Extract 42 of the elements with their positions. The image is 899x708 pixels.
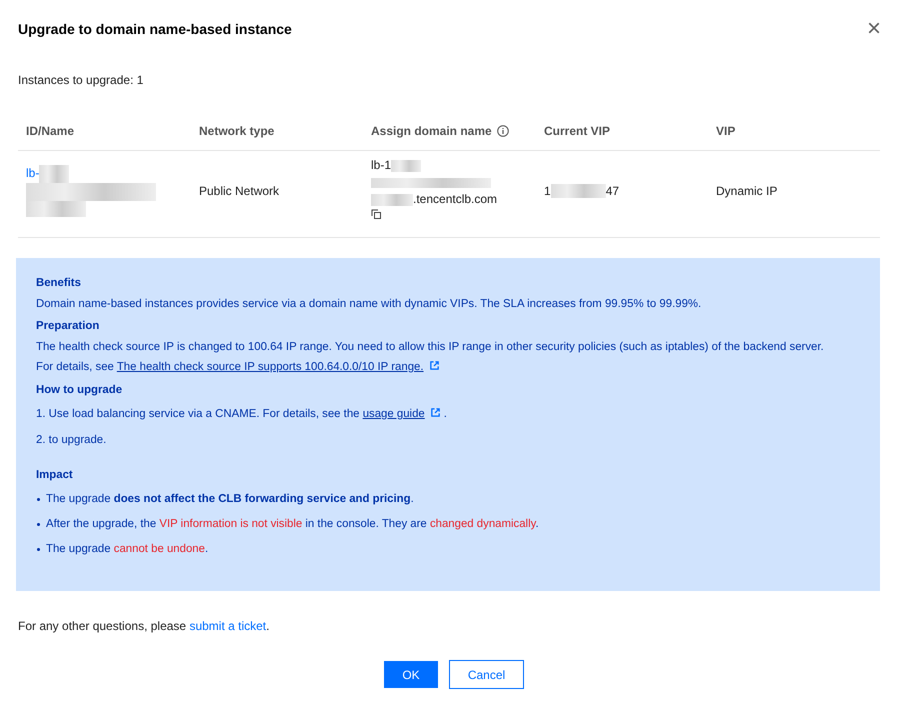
table-cell: lb-1 xyxy=(371,158,392,172)
column-header: ID/Name xyxy=(26,124,74,138)
column-header: Current VIP xyxy=(544,124,610,138)
dialog-title: Upgrade to domain name-based instance xyxy=(18,21,292,37)
bullet-text: The upgrade cannot be undone. xyxy=(46,542,208,557)
bullet-text: The upgrade does not affect the CLB forwarding service and pricing. xyxy=(46,492,414,507)
section-heading: How to upgrade xyxy=(36,383,124,398)
bullet-dot xyxy=(37,498,40,500)
table-cell: .tencentclb.com xyxy=(413,192,498,206)
notice-text: Domain name-based instances provides service via a domain name with dynamic VIPs. The SLA increases from 99.95% to 99.99%. xyxy=(36,297,702,312)
notice-text: 1. Use load balancing service via a CNAME. For details, see the xyxy=(36,408,361,420)
blurred-text xyxy=(371,194,413,206)
notice-text: . xyxy=(444,408,447,420)
cancel-button[interactable]: Cancel xyxy=(449,660,524,689)
info-icon[interactable] xyxy=(496,124,509,136)
instance-id-link[interactable]: lb- xyxy=(26,166,40,180)
bullet-dot xyxy=(37,522,40,526)
help-text: For any other questions, please submit a ticket. xyxy=(18,619,270,633)
table-cell: 47 xyxy=(606,184,620,198)
doc-link[interactable]: usage guide xyxy=(362,408,425,420)
table-cell: Public Network xyxy=(199,184,280,198)
notice-text: The health check source IP is changed to 100.64 IP range. You need to allow this IP range in other security policies (such as iptables) of the backend server. xyxy=(36,340,825,355)
notice-text: For details, see xyxy=(36,361,115,373)
section-heading: Benefits xyxy=(36,276,82,291)
ok-button[interactable]: OK xyxy=(383,660,439,689)
notice-text: 2. to upgrade. xyxy=(36,433,108,448)
section-heading: Impact xyxy=(36,468,74,483)
column-header: VIP xyxy=(716,124,736,138)
bullet-text: After the upgrade, the VIP information is not visible in the console. They are changed dynamically. xyxy=(46,517,539,532)
bullet-dot xyxy=(37,548,40,550)
copy-icon[interactable] xyxy=(371,209,382,220)
table-cell: 1 xyxy=(544,184,551,198)
blurred-text xyxy=(391,160,422,172)
column-header: Network type xyxy=(199,124,274,138)
ticket-link[interactable]: submit a ticket xyxy=(189,619,266,633)
close-button[interactable]: × xyxy=(866,20,881,38)
blurred-text xyxy=(550,184,606,198)
table-cell: Dynamic IP xyxy=(716,184,778,198)
instance-count: Instances to upgrade: 1 xyxy=(18,73,144,87)
column-header: Assign domain name xyxy=(371,124,492,138)
doc-link[interactable]: The health check source IP supports 100.64.0.0/10 IP range. xyxy=(116,361,424,373)
section-heading: Preparation xyxy=(36,319,100,334)
